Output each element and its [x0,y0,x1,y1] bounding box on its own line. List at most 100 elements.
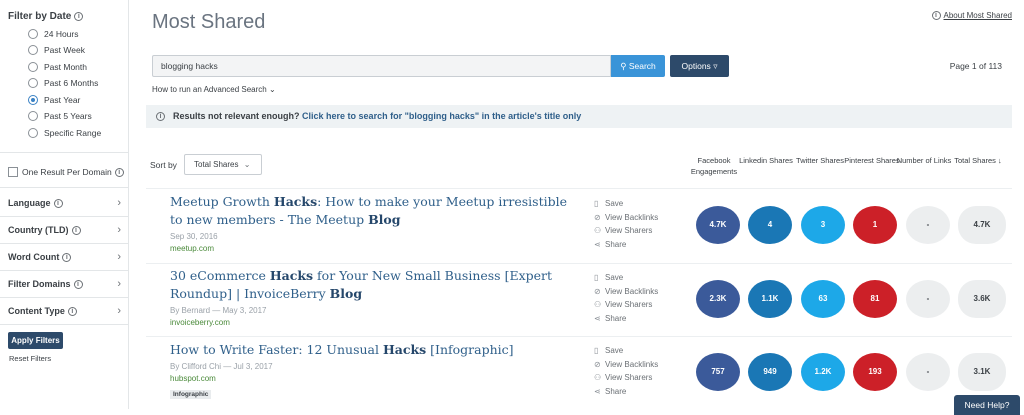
date-option-specific-range[interactable]: Specific Range [28,127,101,139]
twitter-count[interactable]: 63 [801,280,845,318]
article-meta: By Bernard — May 3, 2017 [170,306,267,315]
divider [0,152,128,153]
article-meta: Sep 30, 2016 [170,232,218,241]
user-icon: ⚇ [594,300,602,309]
share-icon: ⋖ [594,313,601,323]
info-icon[interactable]: i [74,12,84,21]
view-sharers-action[interactable]: ⚇ View Sharers [594,371,658,385]
save-action[interactable]: ▯ Save [594,197,658,211]
save-action[interactable]: ▯ Save [594,271,658,285]
sort-select[interactable]: Total Shares ⌄ [184,154,262,175]
pinterest-count[interactable]: 81 [853,280,897,318]
view-backlinks-action[interactable]: ⊘ View Backlinks [594,358,658,372]
linkedin-count[interactable]: 4 [748,206,792,244]
accordion-content-type[interactable]: Content Type i › [8,305,121,317]
user-icon: ⚇ [594,226,602,235]
radio-icon[interactable] [28,128,38,138]
view-backlinks-action[interactable]: ⊘ View Backlinks [594,285,658,299]
radio-icon[interactable] [28,29,38,39]
facebook-count[interactable]: 757 [696,353,740,391]
options-button[interactable]: Options ▿ [670,55,729,77]
radio-icon[interactable] [28,62,38,72]
links-count[interactable]: - [906,280,950,318]
total-shares: 3.1K [958,353,1006,391]
pinterest-count[interactable]: 1 [853,206,897,244]
divider [0,324,128,325]
reset-filters-link[interactable]: Reset Filters [9,354,51,363]
divider [0,187,128,188]
linkedin-count[interactable]: 1.1K [748,280,792,318]
twitter-count[interactable]: 3 [801,206,845,244]
content-type-tag[interactable]: Infographic [170,390,212,399]
chevron-down-icon: ⌄ [268,85,276,94]
facebook-count[interactable]: 2.3K [696,280,740,318]
info-icon[interactable]: i [73,280,83,289]
info-icon[interactable]: i [62,253,72,262]
date-option-past-5-years[interactable]: Past 5 Years [28,110,92,122]
links-count[interactable]: - [906,206,950,244]
checkbox-icon[interactable] [8,167,18,177]
info-icon[interactable]: i [71,226,81,235]
accordion-country-tld[interactable]: Country (TLD) i › [8,224,121,236]
about-most-shared-link[interactable]: i About Most Shared [931,11,1012,20]
divider [0,270,128,271]
facebook-count[interactable]: 4.7K [696,206,740,244]
date-option-past-6-months[interactable]: Past 6 Months [28,77,98,89]
save-action[interactable]: ▯ Save [594,344,658,358]
view-sharers-action[interactable]: ⚇ View Sharers [594,298,658,312]
article-title-link[interactable]: How to Write Faster: 12 Unusual Hacks [I… [170,341,580,359]
date-option-past-month[interactable]: Past Month [28,61,87,73]
pinterest-count[interactable]: 193 [853,353,897,391]
share-action[interactable]: ⋖ Share [594,385,658,399]
info-icon[interactable]: i [53,199,63,208]
advanced-search-link[interactable]: How to run an Advanced Search ⌄ [152,85,276,94]
radio-icon[interactable] [28,45,38,55]
accordion-word-count[interactable]: Word Count i › [8,251,121,263]
filter-by-date-heading: Filter by Date i [8,11,84,22]
total-shares: 4.7K [958,206,1006,244]
title-only-search-link[interactable]: Click here to search for "blogging hacks… [302,111,581,121]
column-header-pinterest[interactable]: Pinterest Shares [842,155,902,166]
share-action[interactable]: ⋖ Share [594,238,658,252]
info-icon[interactable]: i [67,307,77,316]
share-icon: ⋖ [594,386,601,396]
links-count[interactable]: - [906,353,950,391]
linkedin-count[interactable]: 949 [748,353,792,391]
chevron-right-icon: › [117,197,121,209]
search-button[interactable]: ⚲ Search [611,55,665,77]
bookmark-icon: ▯ [594,346,599,355]
need-help-button[interactable]: Need Help? [954,395,1020,415]
column-header-twitter[interactable]: Twitter Shares [790,155,850,166]
date-option-past-year[interactable]: Past Year [28,94,80,106]
article-domain[interactable]: hubspot.com [170,374,216,383]
share-action[interactable]: ⋖ Share [594,312,658,326]
view-backlinks-action[interactable]: ⊘ View Backlinks [594,211,658,225]
column-header-facebook[interactable]: Facebook Engagements [684,155,744,177]
date-option-24-hours[interactable]: 24 Hours [28,28,79,40]
article-meta: By Clifford Chi — Jul 3, 2017 [170,362,273,371]
radio-selected-icon[interactable] [28,95,38,105]
view-sharers-action[interactable]: ⚇ View Sharers [594,224,658,238]
column-header-linkedin[interactable]: Linkedin Shares [736,155,796,166]
twitter-count[interactable]: 1.2K [801,353,845,391]
accordion-filter-domains[interactable]: Filter Domains i › [8,278,121,290]
info-icon[interactable]: i [114,168,124,177]
column-header-links[interactable]: Number of Links [894,155,954,166]
article-domain[interactable]: invoiceberry.com [170,318,230,327]
radio-icon[interactable] [28,78,38,88]
sort-by-label: Sort by [150,160,177,170]
chevron-down-icon: ⌄ [243,160,251,169]
accordion-language[interactable]: Language i › [8,197,121,209]
date-option-past-week[interactable]: Past Week [28,44,85,56]
one-result-per-domain-checkbox[interactable]: One Result Per Domain i [8,167,124,177]
link-icon: ⊘ [594,359,601,369]
share-icon: ⋖ [594,239,601,249]
article-title-link[interactable]: 30 eCommerce Hacks for Your New Small Bu… [170,267,580,303]
radio-icon[interactable] [28,111,38,121]
column-header-total[interactable]: Total Shares ↓ [948,155,1008,166]
divider [0,243,128,244]
article-title-link[interactable]: Meetup Growth Hacks: How to make your Me… [170,193,580,229]
article-domain[interactable]: meetup.com [170,244,214,253]
search-input[interactable]: blogging hacks [152,55,611,77]
apply-filters-button[interactable]: Apply Filters [8,332,63,349]
